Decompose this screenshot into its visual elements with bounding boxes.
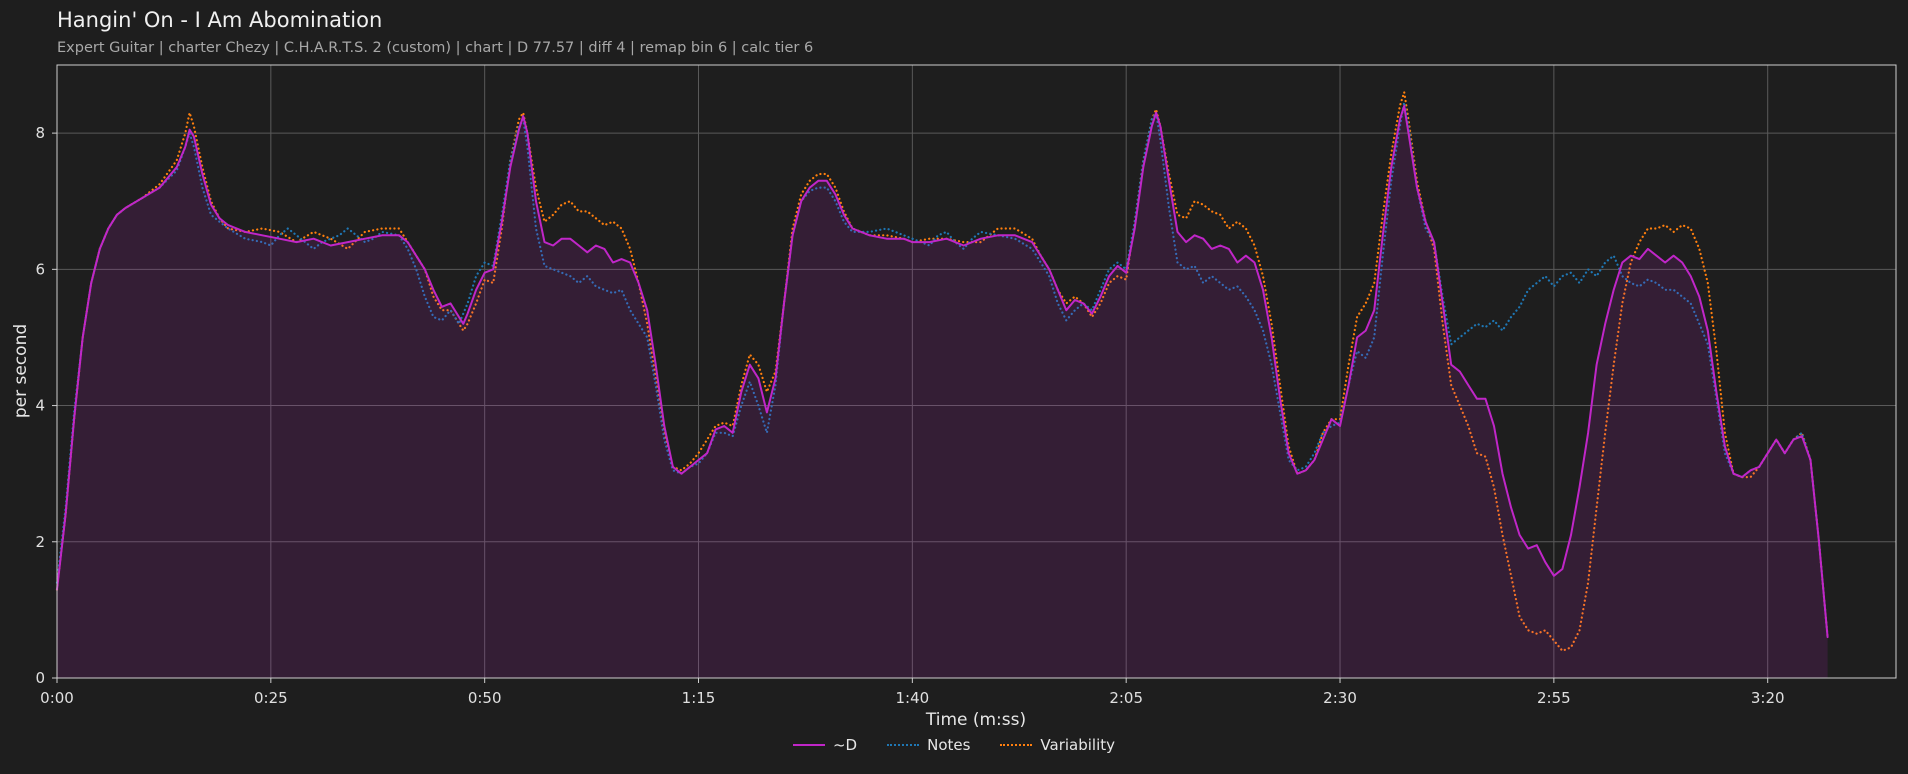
x-tick-label: 1:40 — [896, 689, 930, 707]
legend-item: Notes — [887, 736, 970, 754]
y-tick-label: 0 — [35, 669, 45, 687]
x-tick-label: 1:15 — [682, 689, 716, 707]
x-tick-label: 0:00 — [40, 689, 74, 707]
legend-swatch — [792, 744, 825, 746]
x-tick-label: 0:50 — [468, 689, 502, 707]
x-axis-label: Time (m:ss) — [925, 710, 1026, 730]
line-chart: 0:00 0:25 0:50 1:15 1:40 2:05 2:30 2:55 3:20 0 2 4 6… — [11, 64, 1897, 730]
x-tick-label: 0:25 — [254, 689, 288, 707]
legend-item: Variability — [1000, 736, 1115, 754]
legend-swatch — [887, 744, 920, 746]
y-tick-label: 8 — [35, 124, 45, 142]
legend-item: ~D — [792, 736, 858, 754]
legend-label: ~D — [832, 736, 858, 754]
x-tick-label: 2:55 — [1537, 689, 1571, 707]
legend-label: Notes — [927, 736, 971, 754]
legend: ~D Notes Variability — [0, 736, 1908, 754]
y-tick-label: 6 — [35, 260, 45, 278]
y-tick-label: 4 — [35, 397, 45, 415]
x-tick-label: 2:05 — [1109, 689, 1143, 707]
y-tick-label: 2 — [35, 533, 45, 551]
legend-label: Variability — [1040, 736, 1116, 754]
y-axis-label: per second — [11, 324, 31, 418]
legend-swatch — [1000, 744, 1033, 746]
x-tick-label: 2:30 — [1323, 689, 1357, 707]
x-tick-label: 3:20 — [1751, 689, 1785, 707]
